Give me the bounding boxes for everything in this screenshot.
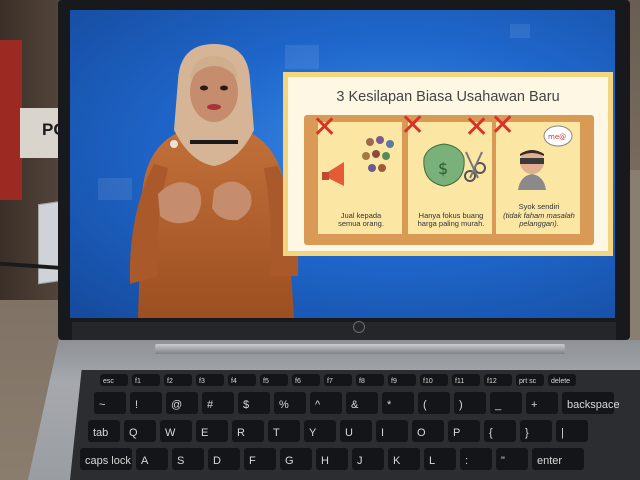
key-p[interactable]: P (448, 420, 480, 442)
key--[interactable]: : (460, 448, 492, 470)
key--[interactable]: @ (166, 392, 198, 414)
key--[interactable]: | (556, 420, 588, 442)
key-u[interactable]: U (340, 420, 372, 442)
key-prt-sc[interactable]: prt sc (516, 374, 544, 386)
key-f8[interactable]: f8 (356, 374, 384, 386)
key--[interactable]: & (346, 392, 378, 414)
key--[interactable]: ! (130, 392, 162, 414)
key-f4[interactable]: f4 (228, 374, 256, 386)
key-esc[interactable]: esc (100, 374, 128, 386)
dot-icon (510, 24, 530, 38)
key--[interactable]: } (520, 420, 552, 442)
key-caps-lock[interactable]: caps lock (80, 448, 132, 470)
key-delete[interactable]: delete (548, 374, 576, 386)
key-l[interactable]: L (424, 448, 456, 470)
key--[interactable]: ^ (310, 392, 342, 414)
key-a[interactable]: A (136, 448, 168, 470)
hp-logo-icon (353, 321, 365, 333)
key--[interactable]: * (382, 392, 414, 414)
cork-board: Jual kepada semua orang. $ Hanya fokus b… (304, 110, 594, 245)
key-f11[interactable]: f11 (452, 374, 480, 386)
key-f6[interactable]: f6 (292, 374, 320, 386)
x-mark-icon: ✕ (400, 108, 426, 143)
key-f1[interactable]: f1 (132, 374, 160, 386)
key-t[interactable]: T (268, 420, 300, 442)
key-backspace[interactable]: backspace (562, 392, 620, 414)
red-stand (0, 40, 22, 200)
key-f12[interactable]: f12 (484, 374, 512, 386)
presenter (129, 44, 299, 318)
key--[interactable]: ~ (94, 392, 126, 414)
slide-title: 3 Kesilapan Biasa Usahawan Baru (336, 89, 560, 105)
key-j[interactable]: J (352, 448, 384, 470)
key--[interactable]: + (526, 392, 558, 414)
screen-lower-bezel (72, 322, 616, 340)
key-h[interactable]: H (316, 448, 348, 470)
x-mark-icon: ✕ (312, 110, 338, 145)
envelope-icon (98, 178, 132, 200)
key-e[interactable]: E (196, 420, 228, 442)
qwerty-key-row: tab Q W E R T Y U I O P{} | (88, 420, 588, 442)
key-r[interactable]: R (232, 420, 264, 442)
key-f9[interactable]: f9 (388, 374, 416, 386)
svg-text:me@: me@ (548, 133, 566, 141)
key-f5[interactable]: f5 (260, 374, 288, 386)
key-y[interactable]: Y (304, 420, 336, 442)
mistake-caption-1: Jual kepada semua orang. (338, 210, 384, 228)
key-i[interactable]: I (376, 420, 408, 442)
key-s[interactable]: S (172, 448, 204, 470)
x-mark-icon: ✕ (490, 108, 516, 143)
key-enter[interactable]: enter (532, 448, 584, 470)
key-d[interactable]: D (208, 448, 240, 470)
function-key-row: esc f1 f2 f3 f4 f5 f6 f7 f8 f9 f10 f11 f12 prt sc dele… (100, 374, 576, 386)
key-f2[interactable]: f2 (164, 374, 192, 386)
key-f3[interactable]: f3 (196, 374, 224, 386)
key--[interactable]: " (496, 448, 528, 470)
number-key-row: ~! @ # $% ^ & *() _ + backspace (94, 392, 620, 414)
hinge-bar (155, 344, 565, 354)
key-f[interactable]: F (244, 448, 276, 470)
key--[interactable]: { (484, 420, 516, 442)
key--[interactable]: ) (454, 392, 486, 414)
home-key-row: caps lock A S D F G H J K L: " enter (80, 448, 584, 470)
mistake-caption-2: Hanya fokus buang harga paling murah. (417, 210, 485, 228)
svg-text:$: $ (438, 159, 448, 178)
x-mark-icon: ✕ (464, 110, 490, 145)
key-tab[interactable]: tab (88, 420, 120, 442)
key--[interactable]: $ (238, 392, 270, 414)
key--[interactable]: % (274, 392, 306, 414)
key-q[interactable]: Q (124, 420, 156, 442)
key-w[interactable]: W (160, 420, 192, 442)
key-k[interactable]: K (388, 448, 420, 470)
key--[interactable]: _ (490, 392, 522, 414)
key--[interactable]: ( (418, 392, 450, 414)
key--[interactable]: # (202, 392, 234, 414)
laptop-keyboard: esc f1 f2 f3 f4 f5 f6 f7 f8 f9 f10 f11 f12 prt sc dele… (70, 370, 640, 480)
key-g[interactable]: G (280, 448, 312, 470)
presentation-slide: 3 Kesilapan Biasa Usahawan Baru Jual kep… (283, 72, 613, 256)
key-f10[interactable]: f10 (420, 374, 448, 386)
mistake-caption-3: Syok sendiri (tidak faham masalah pelang… (503, 202, 575, 228)
key-f7[interactable]: f7 (324, 374, 352, 386)
key-o[interactable]: O (412, 420, 444, 442)
